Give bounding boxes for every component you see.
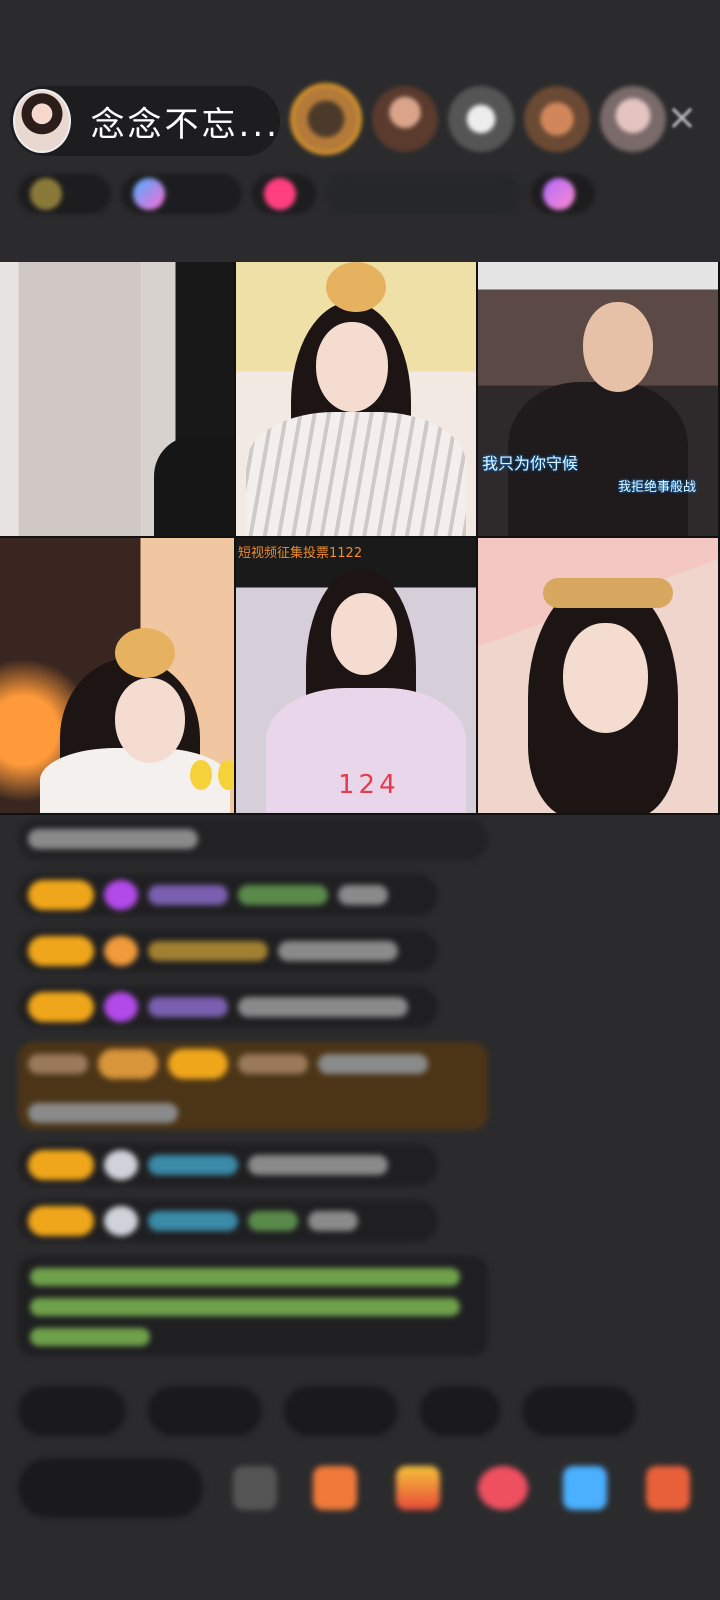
chat-message[interactable] [18,874,438,916]
info-tag[interactable] [531,174,596,214]
quick-chip[interactable] [522,1386,636,1436]
host-name: 念念不忘... [90,104,280,145]
tag-icon [543,178,576,210]
chat-message[interactable] [18,986,438,1028]
notice-text [30,1268,460,1286]
chat-username [148,941,268,961]
close-icon[interactable]: × [664,100,700,136]
notice-text [30,1298,460,1316]
chat-username [148,1155,238,1175]
chat-text [338,885,388,905]
ranking-tag[interactable] [325,174,522,214]
video-tile[interactable] [236,262,478,538]
chat-username [148,885,228,905]
guest-figure [246,412,466,536]
chat-text [308,1211,358,1231]
tag-icon [30,178,62,210]
multi-guest-video-grid: 我只为你守候 我拒绝事般战 短视频征集投票1122 124 [0,262,720,815]
live-room-screen: 念念不忘... × 我只为你守候 我拒绝事般战 短视频征集投票1122 124 [0,0,720,1600]
viewer-list [290,83,666,155]
host-avatar[interactable] [13,89,71,153]
tag-icon [132,178,165,210]
video-caption: 我拒绝事般战 [618,480,697,495]
chat-text [238,885,328,905]
info-tag-bar [18,170,698,218]
chat-message[interactable] [18,930,438,972]
system-notice [18,1256,488,1356]
guest-figure [331,593,397,675]
viewer-avatar[interactable] [600,86,666,152]
guest-figure [316,322,388,412]
gift-icon[interactable] [646,1466,690,1510]
emoji-icon[interactable] [233,1466,277,1510]
chat-username [238,1054,308,1074]
level-badge [98,1049,158,1079]
viewer-avatar[interactable] [524,86,590,152]
quick-chip[interactable] [148,1386,262,1436]
level-badge [28,992,94,1022]
chat-text [28,829,198,849]
viewer-avatar[interactable] [290,83,362,155]
chat-text [318,1054,428,1074]
video-tile[interactable]: 我只为你守候 我拒绝事般战 [478,262,720,538]
fan-heart-icon [104,936,138,966]
chat-message[interactable] [18,818,488,860]
quick-chip[interactable] [420,1386,500,1436]
shop-icon[interactable] [313,1466,357,1510]
guest-figure [563,623,648,733]
level-badge [28,1150,94,1180]
bear-headband-icon [326,262,386,312]
chat-username [148,997,228,1017]
chat-message-list [18,818,488,1370]
chat-text [28,1054,88,1074]
headband-icon [543,578,673,608]
duck-sticker-icon [218,760,234,790]
chat-highlight-message[interactable] [18,1042,488,1130]
quick-chip[interactable] [18,1386,126,1436]
vote-score: 124 [338,770,400,800]
quick-action-chips [18,1386,720,1436]
level-badge [168,1049,228,1079]
chat-message[interactable] [18,1200,438,1242]
guest-figure [583,302,653,392]
quick-chip[interactable] [284,1386,398,1436]
chat-text [238,997,408,1017]
fan-heart-icon [104,992,138,1022]
chat-text [248,1155,388,1175]
info-tag[interactable] [18,174,111,214]
video-tile[interactable]: 短视频征集投票1122 124 [236,538,478,815]
bear-headband-icon [115,628,175,678]
video-caption: 我只为你守候 [482,454,579,473]
fan-heart-icon [104,1206,138,1236]
host-info-pill[interactable]: 念念不忘... [10,86,280,156]
chat-message[interactable] [18,1144,438,1186]
comment-input[interactable] [18,1458,203,1518]
info-tag[interactable] [120,174,242,214]
bottom-toolbar [18,1452,718,1522]
chat-text [28,1103,178,1123]
level-badge [28,1206,94,1236]
chat-text [278,941,398,961]
level-badge [28,936,94,966]
chat-username [148,1211,238,1231]
message-icon[interactable] [563,1466,607,1510]
chat-text [248,1211,298,1231]
fan-heart-icon [104,880,138,910]
heart-like-icon[interactable] [478,1466,528,1510]
duck-sticker-icon [190,760,212,790]
level-badge [28,880,94,910]
tag-icon [263,178,296,210]
viewer-avatar[interactable] [372,86,438,152]
viewer-avatar[interactable] [448,86,514,152]
gift-bag-icon[interactable] [396,1466,440,1510]
video-tile[interactable] [0,538,236,815]
video-tile[interactable] [0,262,236,538]
guest-figure [115,678,185,763]
vote-banner: 短视频征集投票1122 [238,546,363,561]
info-tag[interactable] [251,174,316,214]
notice-text [30,1328,150,1346]
fan-heart-icon [104,1150,138,1180]
video-tile[interactable] [478,538,720,815]
